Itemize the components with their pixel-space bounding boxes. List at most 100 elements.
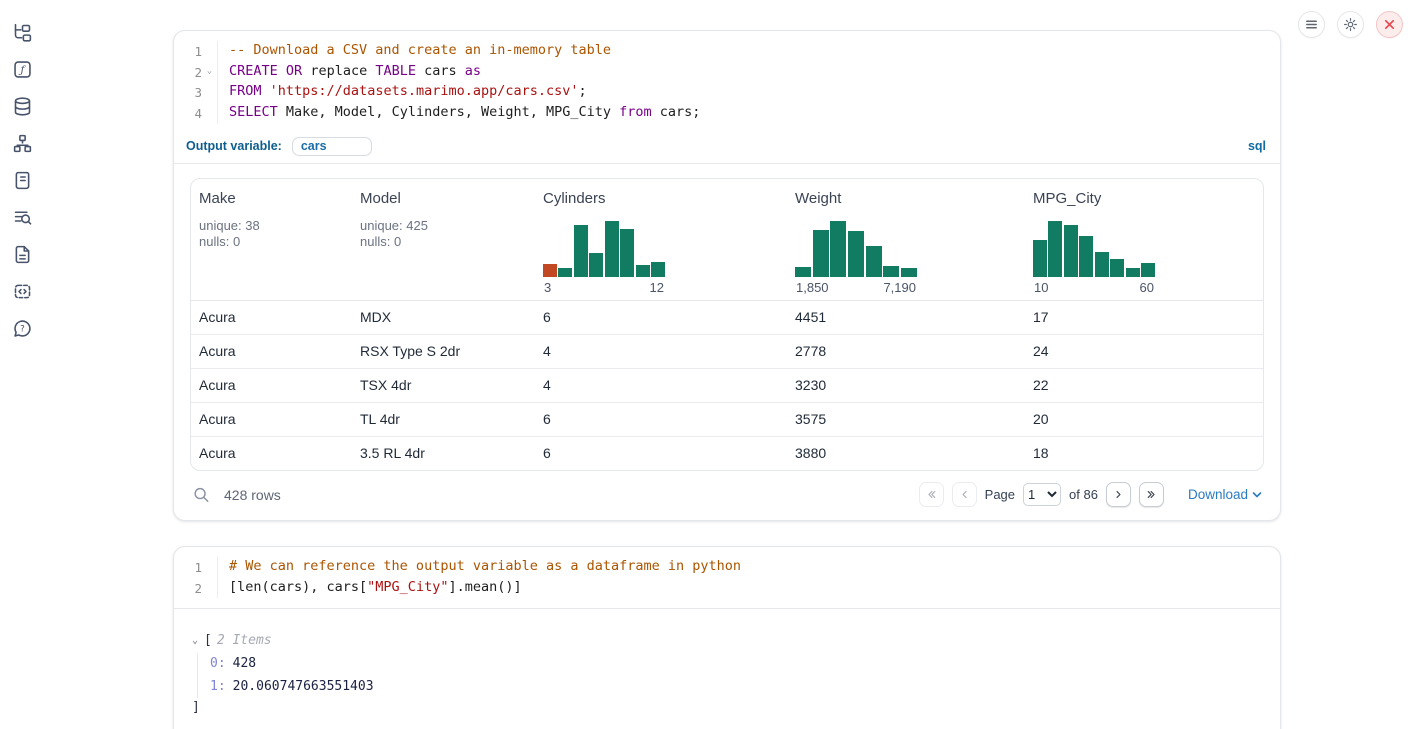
line-number: 1 <box>184 41 202 62</box>
sidebar-item-help[interactable]: ? <box>10 317 34 340</box>
histogram-bar <box>651 262 665 277</box>
cell-weight: 2778 <box>795 335 1033 368</box>
hist-max-label: 60 <box>1140 280 1154 295</box>
first-page-button[interactable] <box>919 482 944 507</box>
table-search-button[interactable] <box>192 486 210 504</box>
python-code-editor[interactable]: 1 # We can reference the output variable … <box>174 547 1280 609</box>
fold-chevron-icon[interactable]: ⌄ <box>202 62 217 83</box>
pagination: Page 1 of 86 <box>919 482 1262 507</box>
histogram-bar <box>795 267 811 277</box>
histogram-bar <box>1110 259 1124 276</box>
cell-weight: 3230 <box>795 369 1033 402</box>
sidebar-item-datasources[interactable] <box>10 95 34 118</box>
histogram-bar <box>1126 268 1140 277</box>
line-number: 1 <box>184 557 202 578</box>
chevrons-right-icon <box>1145 488 1158 501</box>
table-footer: 428 rows Page <box>190 480 1264 510</box>
histogram-axis-labels: 1,850 7,190 <box>795 280 917 295</box>
shutdown-button[interactable] <box>1376 11 1403 38</box>
histogram-bar <box>848 231 864 277</box>
sidebar-item-documentation[interactable] <box>10 243 34 266</box>
table-row: Acura MDX 6 4451 17 <box>191 301 1263 335</box>
column-stats: unique: 38 nulls: 0 <box>199 218 360 251</box>
line-number: 4 <box>184 103 202 124</box>
code-line-text: SELECT Make, Model, Cylinders, Weight, M… <box>217 103 700 124</box>
next-page-button[interactable] <box>1106 482 1131 507</box>
cell-mpg-city: 17 <box>1033 301 1263 334</box>
cell-make: Acura <box>191 369 360 402</box>
download-button[interactable]: Download <box>1188 487 1262 502</box>
column-header-cylinders[interactable]: Cylinders 3 12 <box>543 179 795 300</box>
sidebar-item-functions[interactable]: ƒ <box>10 58 34 81</box>
sidebar-item-file-explorer[interactable] <box>10 21 34 44</box>
language-badge: sql <box>1248 139 1266 153</box>
column-header-model[interactable]: Model unique: 425 nulls: 0 <box>360 179 543 300</box>
column-header-mpg-city[interactable]: MPG_City 10 60 <box>1033 179 1263 300</box>
tree-entry-key: 1: <box>210 679 226 694</box>
chevron-right-icon <box>1112 488 1125 501</box>
last-page-button[interactable] <box>1139 482 1164 507</box>
page-total-label: of 86 <box>1069 487 1098 502</box>
gutter-spacer <box>202 557 217 578</box>
histogram-bar <box>605 221 619 277</box>
sql-output-area: Make unique: 38 nulls: 0 Model unique: 4… <box>174 164 1280 520</box>
output-variable-input[interactable]: cars <box>292 137 372 156</box>
cell-make: Acura <box>191 335 360 368</box>
stat-unique: unique: 425 <box>360 218 543 235</box>
sql-cell: 1-- Download a CSV and create an in-memo… <box>173 30 1281 521</box>
cell-cylinders: 6 <box>543 437 795 470</box>
histogram-bar <box>558 268 572 276</box>
gutter-spacer <box>202 103 217 124</box>
table-row: Acura 3.5 RL 4dr 6 3880 18 <box>191 437 1263 470</box>
sidebar-item-snippets[interactable] <box>10 280 34 303</box>
histogram-bar <box>574 225 588 277</box>
column-name: Cylinders <box>543 190 795 207</box>
chevrons-left-icon <box>925 488 938 501</box>
code-line-text: # We can reference the output variable a… <box>217 557 741 578</box>
collapse-chevron-icon[interactable]: ⌄ <box>192 631 204 651</box>
app-window: ƒ <box>0 0 1408 729</box>
table-header-row: Make unique: 38 nulls: 0 Model unique: 4… <box>191 179 1263 301</box>
page-select[interactable]: 1 <box>1023 483 1061 506</box>
tree-entry-value: 20.060747663551403 <box>233 679 374 694</box>
svg-text:ƒ: ƒ <box>18 64 26 76</box>
line-number: 2 <box>184 578 202 599</box>
menu-button[interactable] <box>1298 11 1325 38</box>
hamburger-menu-icon <box>1304 17 1319 32</box>
cell-model: RSX Type S 2dr <box>360 335 543 368</box>
sql-code-editor[interactable]: 1-- Download a CSV and create an in-memo… <box>174 31 1280 133</box>
column-header-weight[interactable]: Weight 1,850 7,190 <box>795 179 1033 300</box>
histogram-bars <box>543 221 665 277</box>
table-row: Acura TSX 4dr 4 3230 22 <box>191 369 1263 403</box>
cell-model: 3.5 RL 4dr <box>360 437 543 470</box>
gutter-spacer <box>202 41 217 62</box>
settings-button[interactable] <box>1337 11 1364 38</box>
code-line: 1 # We can reference the output variable … <box>184 557 1266 578</box>
code-line: 4 SELECT Make, Model, Cylinders, Weight, … <box>184 103 1266 124</box>
sidebar-item-dependency-graph[interactable] <box>10 132 34 155</box>
histogram-axis-labels: 10 60 <box>1033 280 1155 295</box>
cell-cylinders: 6 <box>543 403 795 436</box>
cell-model: MDX <box>360 301 543 334</box>
gutter-spacer <box>202 82 217 103</box>
notebook-area: 1-- Download a CSV and create an in-memo… <box>173 30 1281 729</box>
sidebar-item-scratchpad[interactable] <box>10 169 34 192</box>
previous-page-button[interactable] <box>952 482 977 507</box>
column-name: Model <box>360 190 543 207</box>
row-count-label: 428 rows <box>224 487 281 503</box>
gutter-spacer <box>202 578 217 599</box>
tree-entry-key: 0: <box>210 656 226 671</box>
cell-model: TSX 4dr <box>360 369 543 402</box>
sidebar-item-logs[interactable] <box>10 206 34 229</box>
close-x-icon <box>1383 18 1396 31</box>
sidebar: ƒ <box>0 0 44 729</box>
cell-make: Acura <box>191 403 360 436</box>
tree-root-row: ⌄ [ 2 Items <box>192 631 1264 651</box>
column-name: Make <box>199 190 360 207</box>
top-right-controls <box>1298 11 1403 38</box>
histogram-bar <box>1033 240 1047 277</box>
histogram-bar <box>1079 236 1093 277</box>
column-header-make[interactable]: Make unique: 38 nulls: 0 <box>191 179 360 300</box>
cell-cylinders: 4 <box>543 369 795 402</box>
line-number: 2 <box>184 62 202 83</box>
